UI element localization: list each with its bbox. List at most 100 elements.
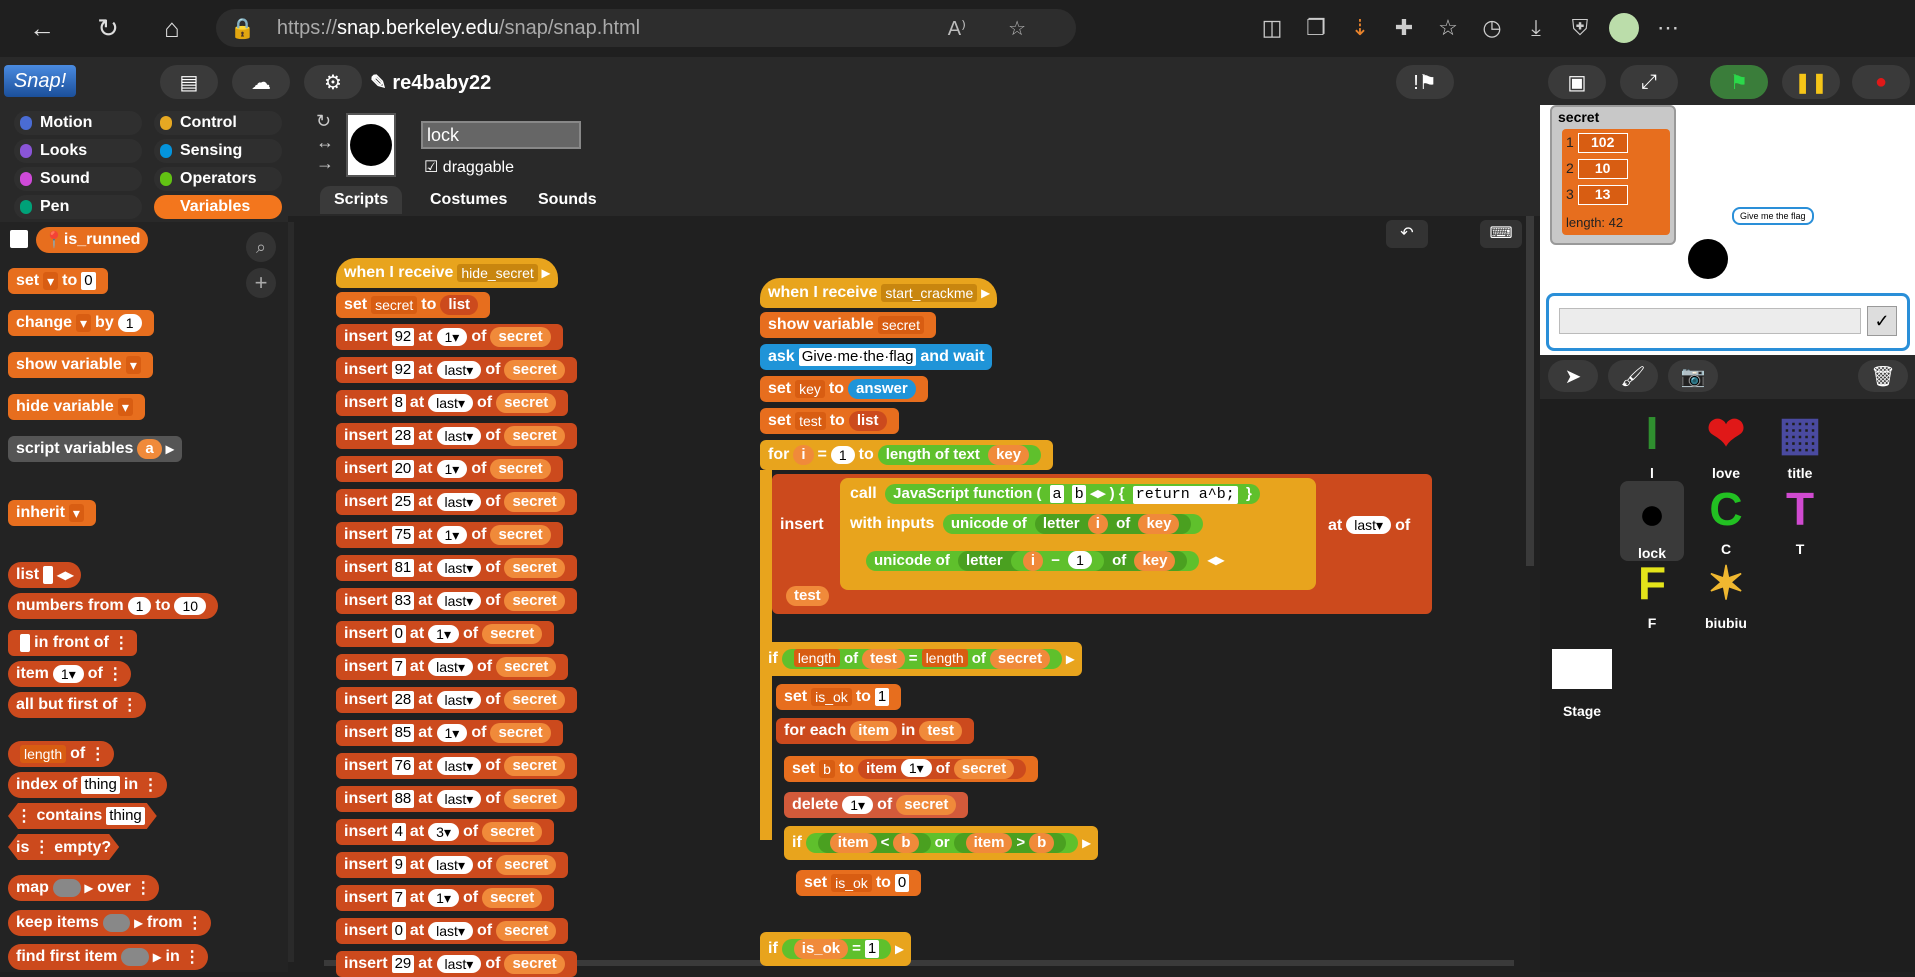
answer-submit-button[interactable]: ✓	[1867, 306, 1897, 336]
item-of-block[interactable]: item 1▾ of ⋮	[8, 661, 132, 687]
ask-block[interactable]: ask Give·me·the·flag and wait	[760, 344, 993, 370]
scripts-vertical-scrollbar[interactable]	[1526, 216, 1534, 566]
index-of-block[interactable]: index of thing in ⋮	[8, 772, 167, 798]
back-icon[interactable]: ←	[20, 6, 64, 50]
file-menu-icon[interactable]: ▤	[160, 65, 218, 99]
add-variable-icon[interactable]: +	[246, 268, 276, 298]
hat-when-i-receive[interactable]: when I receive hide_secret ▸	[336, 258, 558, 288]
insert-block[interactable]: insert 7 at 1▾ of secret	[336, 885, 555, 911]
category-operators[interactable]: Operators	[154, 167, 282, 191]
variable-checkbox[interactable]	[10, 230, 28, 248]
stage-icon[interactable]: Stage	[1550, 649, 1614, 719]
for-each-block[interactable]: for each item in test	[776, 718, 974, 744]
insert-block[interactable]: insert 28 at last▾ of secret	[336, 423, 577, 449]
insert-block[interactable]: insert 4 at 3▾ of secret	[336, 819, 555, 845]
category-pen[interactable]: Pen	[14, 195, 142, 219]
category-sound[interactable]: Sound	[14, 167, 142, 191]
camera-icon[interactable]: 📷	[1668, 360, 1718, 392]
sprite-l[interactable]: Il	[1620, 405, 1684, 481]
set-b-block[interactable]: set b to item 1▾ of secret	[784, 756, 1039, 782]
set-test-block[interactable]: set test to list	[760, 408, 899, 434]
answer-input[interactable]	[1559, 308, 1861, 334]
stop-icon[interactable]: ●	[1852, 65, 1910, 99]
stage-size-icon[interactable]: ▣	[1548, 65, 1606, 99]
palette-scrollbar[interactable]	[288, 222, 294, 962]
length-of-block[interactable]: length of ⋮	[8, 741, 114, 767]
category-looks[interactable]: Looks	[14, 139, 142, 163]
variable-is-runned[interactable]: 📍 is_runned	[36, 227, 149, 253]
insert-call-block[interactable]: insert call JavaScript function ( a b ◂▸ )…	[772, 474, 1432, 614]
shield-icon[interactable]: ⛨	[1558, 8, 1602, 48]
category-control[interactable]: Control	[154, 111, 282, 135]
sprite-C[interactable]: CC	[1694, 481, 1758, 557]
if-length-equal[interactable]: if length of test = length of secret ▸	[760, 642, 1083, 676]
set-secret-block[interactable]: set secret to list	[336, 292, 491, 318]
cloud-menu-icon[interactable]: ☁	[232, 65, 290, 99]
puzzle-icon[interactable]: ✚	[1382, 8, 1426, 48]
set-block[interactable]: set ▾ to 0	[8, 268, 108, 294]
tab-costumes[interactable]: Costumes	[416, 186, 521, 214]
sprite-T[interactable]: TT	[1768, 481, 1832, 557]
insert-block[interactable]: insert 92 at last▾ of secret	[336, 357, 577, 383]
sprite-lock[interactable]: ● lock	[1620, 481, 1684, 561]
read-aloud-icon[interactable]: A⁾	[948, 16, 966, 41]
keep-items-block[interactable]: keep items ▸ from ⋮	[8, 910, 211, 936]
all-but-first-block[interactable]: all but first of ⋮	[8, 692, 146, 718]
favorites-icon[interactable]: ☆	[1426, 8, 1470, 48]
sprite-F[interactable]: FF	[1620, 555, 1684, 631]
insert-block[interactable]: insert 85 at 1▾ of secret	[336, 720, 563, 746]
project-title[interactable]: ✎ re4baby22	[370, 70, 491, 95]
unused-blocks-icon[interactable]: !⚑	[1396, 65, 1454, 99]
tab-scripts[interactable]: Scripts	[320, 186, 403, 214]
contains-block[interactable]: ⋮ contains thing	[8, 803, 157, 829]
trash-icon[interactable]: 🗑	[1858, 360, 1908, 392]
category-motion[interactable]: Motion	[14, 111, 142, 135]
if-or-block[interactable]: if item < b or item > b ▸	[784, 826, 1099, 860]
insert-block[interactable]: insert 20 at 1▾ of secret	[336, 456, 563, 482]
show-variable-block[interactable]: show variable ▾	[8, 352, 153, 378]
insert-block[interactable]: insert 7 at last▾ of secret	[336, 654, 569, 680]
category-variables[interactable]: Variables	[154, 195, 282, 219]
tab-sounds[interactable]: Sounds	[524, 186, 611, 214]
keyboard-icon[interactable]: ⌨	[1480, 220, 1522, 248]
for-loop-block[interactable]: for i = 1 to length of text key	[760, 440, 1054, 470]
sprite-biubiu[interactable]: ✶ biubiu	[1694, 555, 1758, 631]
stage[interactable]: secret 1 102 2 10 3 13 length: 42 Give me …	[1540, 105, 1915, 355]
favorite-add-icon[interactable]: ☆	[1008, 16, 1026, 41]
insert-block[interactable]: insert 88 at last▾ of secret	[336, 786, 577, 812]
more-menu-icon[interactable]: ⋯	[1646, 8, 1690, 48]
insert-block[interactable]: insert 0 at 1▾ of secret	[336, 621, 555, 647]
refresh-icon[interactable]: ↻	[86, 6, 130, 50]
script-variables-block[interactable]: script variables a ▸	[8, 436, 182, 462]
paint-brush-icon[interactable]: 🖌	[1608, 360, 1658, 392]
insert-block[interactable]: insert 83 at last▾ of secret	[336, 588, 577, 614]
pause-icon[interactable]: ❚❚	[1782, 65, 1840, 99]
search-icon[interactable]: ⌕	[246, 232, 276, 262]
category-sensing[interactable]: Sensing	[154, 139, 282, 163]
address-bar[interactable]: 🔒 https://snap.berkeley.edu/snap/snap.ht…	[216, 9, 1076, 47]
insert-block[interactable]: insert 76 at last▾ of secret	[336, 753, 577, 779]
sprite-title[interactable]: ▦ title	[1768, 405, 1832, 481]
new-turtle-sprite-icon[interactable]: ➤	[1548, 360, 1598, 392]
insert-block[interactable]: insert 25 at last▾ of secret	[336, 489, 577, 515]
sprite-name-input[interactable]: lock	[421, 121, 581, 149]
inherit-block[interactable]: inherit ▾	[8, 500, 96, 526]
home-icon[interactable]: ⌂	[150, 6, 194, 50]
draggable-checkbox[interactable]: ☑ draggable	[424, 157, 514, 177]
set-isok-zero-block[interactable]: set is_ok to 0	[796, 870, 922, 896]
insert-block[interactable]: insert 29 at last▾ of secret	[336, 951, 577, 977]
snap-logo[interactable]: Snap!	[4, 65, 76, 97]
is-empty-block[interactable]: is ⋮ empty?	[8, 834, 119, 860]
settings-gear-icon[interactable]: ⚙	[304, 65, 362, 99]
change-block[interactable]: change ▾ by 1	[8, 310, 154, 336]
if-isok-block[interactable]: if is_ok = 1 ▸	[760, 932, 912, 966]
avatar[interactable]	[1602, 8, 1646, 48]
insert-block[interactable]: insert 28 at last▾ of secret	[336, 687, 577, 713]
collections-icon[interactable]: ❐	[1294, 8, 1338, 48]
extension-orange-icon[interactable]: ⇣	[1338, 8, 1382, 48]
find-first-item-block[interactable]: find first item ▸ in ⋮	[8, 944, 209, 970]
insert-block[interactable]: insert 75 at 1▾ of secret	[336, 522, 563, 548]
list-block[interactable]: list ◂▸	[8, 562, 82, 588]
hide-variable-block[interactable]: hide variable ▾	[8, 394, 145, 420]
rotation-style-icon[interactable]: ↻ ↔ →	[316, 111, 334, 174]
